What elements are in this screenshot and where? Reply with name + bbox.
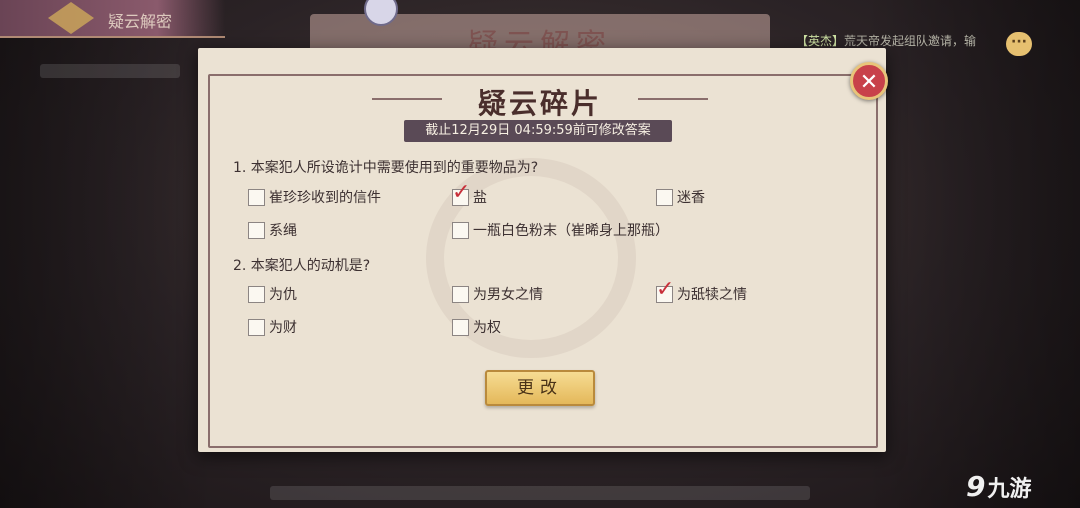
speech-bubble-icon[interactable]: ··· bbox=[1006, 32, 1032, 56]
option-label: 为权 bbox=[473, 320, 501, 336]
jiuyou-logo: 9九游 bbox=[966, 470, 1076, 504]
close-button[interactable]: ✕ bbox=[850, 62, 888, 100]
option-q1-powder[interactable]: 一瓶白色粉末（崔晞身上那瓶） bbox=[452, 220, 669, 240]
option-label: 迷香 bbox=[677, 190, 705, 206]
option-label: 为仇 bbox=[269, 287, 297, 303]
subtitle-blurred bbox=[40, 64, 180, 78]
option-q2-power[interactable]: 为权 bbox=[452, 317, 501, 337]
title-decoration-right bbox=[638, 98, 708, 100]
top-left-tab-label: 疑云解密 bbox=[108, 12, 173, 31]
option-label: 为舐犊之情 bbox=[677, 287, 747, 303]
option-q2-romance[interactable]: 为男女之情 bbox=[452, 284, 543, 304]
bottom-hint-blurred bbox=[270, 486, 810, 500]
option-q2-money[interactable]: 为财 bbox=[248, 317, 297, 337]
checkmark-icon: ✓ bbox=[656, 276, 675, 302]
checkbox[interactable] bbox=[248, 285, 265, 303]
checkmark-icon: ✓ bbox=[452, 179, 471, 205]
option-q1-incense[interactable]: 迷香 bbox=[656, 187, 705, 207]
option-q1-letter[interactable]: 崔珍珍收到的信件 bbox=[248, 187, 381, 207]
checkbox[interactable] bbox=[248, 318, 265, 336]
option-q2-parental-love[interactable]: ✓ 为舐犊之情 bbox=[656, 278, 747, 304]
checkbox[interactable] bbox=[452, 285, 469, 303]
logo-text: 九游 bbox=[987, 477, 1032, 502]
option-label: 盐 bbox=[473, 190, 487, 206]
checkbox[interactable] bbox=[452, 318, 469, 336]
checkbox[interactable] bbox=[452, 221, 469, 239]
checkbox[interactable] bbox=[248, 188, 265, 206]
emblem-icon bbox=[48, 2, 94, 34]
close-icon: ✕ bbox=[859, 70, 879, 95]
change-answer-button[interactable]: 更改 bbox=[485, 370, 595, 406]
question-1: 1. 本案犯人所设诡计中需要使用到的重要物品为? bbox=[233, 160, 539, 176]
checkbox[interactable] bbox=[656, 188, 673, 206]
question-2: 2. 本案犯人的动机是? bbox=[233, 258, 371, 274]
option-label: 崔珍珍收到的信件 bbox=[269, 190, 381, 206]
chat-tag: 【英杰】 bbox=[796, 34, 845, 48]
logo-mark-icon: 9 bbox=[966, 470, 986, 503]
option-q1-rope[interactable]: 系绳 bbox=[248, 220, 297, 240]
checkbox[interactable] bbox=[248, 221, 265, 239]
checkbox-checked[interactable]: ✓ bbox=[656, 278, 674, 303]
option-label: 为男女之情 bbox=[473, 287, 543, 303]
dialog-title: 疑云碎片 bbox=[477, 87, 602, 120]
option-label: 一瓶白色粉末（崔晞身上那瓶） bbox=[473, 223, 669, 239]
checkbox-checked[interactable]: ✓ bbox=[452, 181, 470, 206]
option-q1-salt[interactable]: ✓ 盐 bbox=[452, 181, 487, 207]
top-left-tab[interactable]: 疑云解密 bbox=[0, 0, 225, 38]
chat-message: 荒天帝发起组队邀请，输 bbox=[844, 34, 977, 48]
option-label: 为财 bbox=[269, 320, 297, 336]
deadline-bar: 截止12月29日 04:59:59前可修改答案 bbox=[404, 120, 672, 142]
option-q2-revenge[interactable]: 为仇 bbox=[248, 284, 297, 304]
option-label: 系绳 bbox=[269, 223, 297, 239]
